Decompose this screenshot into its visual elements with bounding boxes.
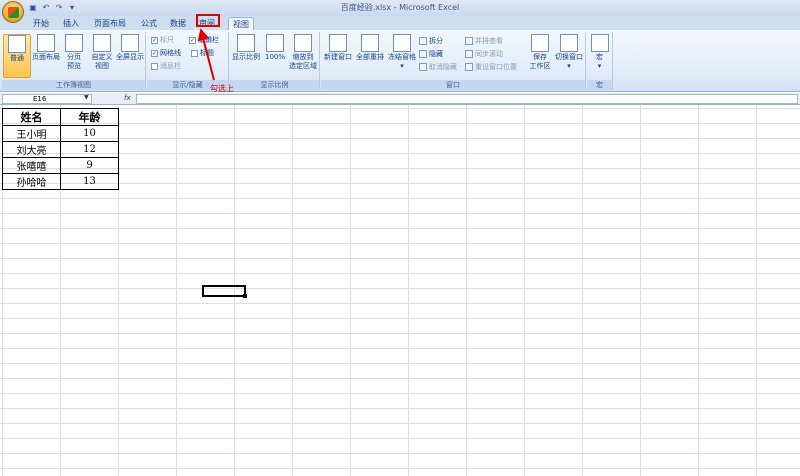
zoom-100-icon (266, 34, 284, 52)
group-label-window: 窗口 (321, 80, 585, 90)
unhide-icon (419, 63, 427, 71)
unhide-button[interactable]: 取消隐藏 (419, 62, 457, 72)
chevron-down-icon: ▾ (400, 62, 404, 70)
worksheet-grid[interactable] (0, 105, 800, 476)
freeze-panes-icon (393, 34, 411, 52)
data-table: 姓名 年龄 王小明 10 刘大亮 12 张嘻嘻 9 孙哈哈 13 (2, 108, 119, 190)
arrange-all-button[interactable]: 全部重排 (355, 34, 385, 78)
save-workspace-button[interactable]: 保存 工作区 (526, 34, 554, 78)
fx-icon[interactable]: fx (124, 94, 131, 102)
active-cell[interactable] (202, 285, 246, 297)
normal-view-icon (8, 35, 26, 53)
checkbox-box: ✓ (151, 49, 158, 57)
header-row: 姓名 年龄 (2, 108, 119, 126)
hide-icon (419, 50, 427, 58)
new-window-button[interactable]: 新建窗口 (323, 34, 353, 78)
group-label-workbook-views: 工作簿视图 (2, 80, 145, 90)
cell-age[interactable]: 9 (60, 157, 119, 174)
switch-windows-button[interactable]: 切换窗口 ▾ (554, 34, 584, 78)
table-row: 张嘻嘻 9 (2, 157, 119, 174)
cell-age[interactable]: 13 (60, 173, 119, 190)
tab-insert[interactable]: 插入 (60, 17, 82, 30)
group-label-zoom: 显示比例 (230, 80, 319, 90)
page-break-preview-button[interactable]: 分页 预览 (60, 34, 88, 78)
custom-views-icon (93, 34, 111, 52)
side-by-side-icon (465, 37, 473, 45)
title-bar: ▣ ↶ ↷ ▾ 百度经验.xlsx - Microsoft Excel (0, 0, 800, 23)
message-bar-checkbox[interactable]: 消息栏 (151, 61, 181, 71)
ribbon-tabs: 开始 插入 页面布局 公式 数据 审阅 视图 (0, 16, 800, 30)
macros-icon (590, 34, 609, 52)
arrange-all-icon (361, 34, 379, 52)
table-row: 孙哈哈 13 (2, 173, 119, 190)
zoom-button[interactable]: 显示比例 (232, 34, 260, 78)
hide-button[interactable]: 隐藏 (419, 49, 443, 59)
reset-window-position-button[interactable]: 重设窗口位置 (465, 62, 517, 72)
reset-position-icon (465, 63, 473, 71)
group-window: 新建窗口 全部重排 冻结窗格 ▾ 拆分 隐藏 取消隐藏 并排查看 同步滚动 重设… (321, 32, 586, 90)
column-header-age[interactable]: 年龄 (60, 108, 119, 126)
table-row: 刘大亮 12 (2, 141, 119, 158)
fill-handle[interactable] (243, 294, 247, 298)
chevron-down-icon: ▾ (597, 62, 602, 70)
freeze-panes-button[interactable]: 冻结窗格 ▾ (387, 34, 417, 78)
chevron-down-icon: ▾ (567, 62, 571, 70)
zoom-selection-icon (294, 34, 312, 52)
name-box[interactable]: E16 (2, 94, 92, 104)
full-screen-button[interactable]: 全屏显示 (116, 34, 144, 78)
ruler-checkbox[interactable]: ✓ 标尺 (151, 35, 174, 45)
zoom-to-selection-button[interactable]: 缩放到 选定区域 (288, 34, 318, 78)
tab-data[interactable]: 数据 (167, 17, 189, 30)
cell-name[interactable]: 张嘻嘻 (2, 157, 61, 174)
view-side-by-side-button[interactable]: 并排查看 (465, 36, 503, 46)
sync-scroll-icon (465, 50, 473, 58)
group-label-macros: 宏 (587, 80, 612, 90)
split-icon (419, 37, 427, 45)
chevron-down-icon[interactable]: ▼ (84, 94, 89, 101)
ribbon: 普通 页面布局 分页 预览 自定义 视图 全屏显示 工作簿视图 ✓ 标尺 ✓ 网… (0, 30, 800, 92)
normal-view-button[interactable]: 普通 (3, 34, 31, 78)
new-window-icon (329, 34, 347, 52)
tab-page-layout[interactable]: 页面布局 (90, 17, 130, 30)
office-button[interactable] (2, 1, 24, 23)
group-macros: 宏 ▾ 宏 (587, 32, 613, 90)
sync-scrolling-button[interactable]: 同步滚动 (465, 49, 503, 59)
formula-input[interactable] (136, 94, 798, 104)
split-button[interactable]: 拆分 (419, 36, 443, 46)
cell-age[interactable]: 10 (60, 125, 119, 142)
save-workspace-icon (531, 34, 549, 52)
group-zoom: 显示比例 100% 缩放到 选定区域 显示比例 (230, 32, 320, 90)
macros-button[interactable]: 宏 ▾ (587, 34, 612, 78)
custom-views-button[interactable]: 自定义 视图 (88, 34, 116, 78)
page-break-icon (65, 34, 83, 52)
magnifier-icon (237, 34, 255, 52)
tab-home[interactable]: 开始 (30, 17, 52, 30)
switch-windows-icon (560, 34, 578, 52)
zoom-100-button[interactable]: 100% (261, 34, 289, 78)
checkbox-box: ✓ (151, 36, 158, 44)
group-workbook-views: 普通 页面布局 分页 预览 自定义 视图 全屏显示 工作簿视图 (2, 32, 146, 90)
tab-formulas[interactable]: 公式 (138, 17, 160, 30)
cell-name[interactable]: 刘大亮 (2, 141, 61, 158)
window-title: 百度经验.xlsx - Microsoft Excel (340, 3, 460, 12)
tab-view[interactable]: 视图 (228, 17, 254, 30)
cell-name[interactable]: 王小明 (2, 125, 61, 142)
cell-name[interactable]: 孙哈哈 (2, 173, 61, 190)
cell-age[interactable]: 12 (60, 141, 119, 158)
checkbox-box (151, 62, 158, 70)
office-logo-icon (8, 7, 19, 18)
full-screen-icon (121, 34, 139, 52)
page-layout-view-button[interactable]: 页面布局 (32, 34, 60, 78)
column-header-name[interactable]: 姓名 (2, 108, 61, 126)
formula-bar: E16 ▼ fx (0, 93, 800, 105)
page-layout-icon (37, 34, 55, 52)
table-row: 王小明 10 (2, 125, 119, 142)
gridlines-checkbox[interactable]: ✓ 网格线 (151, 48, 181, 58)
